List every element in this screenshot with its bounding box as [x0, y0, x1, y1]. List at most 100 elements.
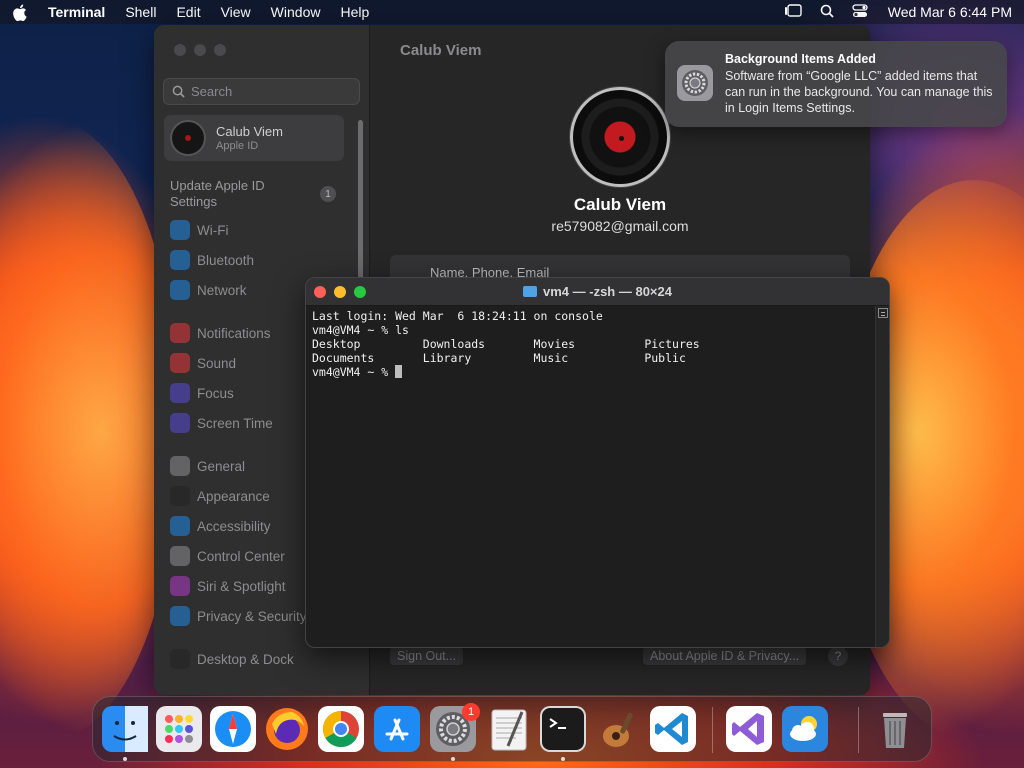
- menu-edit[interactable]: Edit: [176, 4, 200, 20]
- account-name: Calub Viem: [216, 124, 283, 139]
- terminal-titlebar[interactable]: vm4 — -zsh — 80×24: [306, 278, 889, 306]
- firefox-icon[interactable]: [264, 706, 310, 752]
- sidebar-item-accessibility[interactable]: Accessibility: [170, 514, 271, 538]
- sidebar-item-label: General: [197, 458, 246, 474]
- help-button[interactable]: ?: [828, 646, 848, 666]
- menubar-clock[interactable]: Wed Mar 6 6:44 PM: [888, 4, 1012, 20]
- launchpad-icon[interactable]: [156, 706, 202, 752]
- dock-separator: [858, 707, 859, 753]
- sidebar-item-appearance[interactable]: Appearance: [170, 484, 270, 508]
- terminal-window-controls: [314, 286, 366, 298]
- terminal-line: Last login: Wed Mar 6 18:24:11 on consol…: [312, 309, 603, 323]
- apple-id-account[interactable]: Calub Viem Apple ID: [164, 115, 344, 161]
- stage-manager-icon[interactable]: [784, 3, 802, 21]
- trash-icon[interactable]: [872, 706, 918, 752]
- profile-name: Calub Viem: [573, 195, 667, 214]
- search-placeholder: Search: [191, 84, 233, 99]
- marker-icon: [878, 308, 888, 318]
- content-title: Calub Viem: [400, 42, 482, 59]
- sidebar-item-label: Privacy & Security: [197, 608, 307, 624]
- sidebar-item-label: Accessibility: [197, 518, 271, 534]
- sidebar-item-sound[interactable]: Sound: [170, 351, 236, 375]
- search-icon: [172, 85, 185, 98]
- zoom-button[interactable]: [354, 286, 366, 298]
- sidebar-item-label: Bluetooth: [197, 252, 255, 268]
- sidebar-item-label: Focus: [197, 385, 234, 401]
- sidebar-item-screen-time[interactable]: Screen Time: [170, 411, 273, 435]
- profile-avatar[interactable]: [570, 87, 670, 187]
- bell-icon: [170, 323, 190, 343]
- sidebar-item-notifications[interactable]: Notifications: [170, 321, 271, 345]
- instruments-icon[interactable]: [596, 706, 642, 752]
- menu-bar: Terminal Shell Edit View Window Help Wed…: [0, 0, 1024, 24]
- update-apple-id-settings[interactable]: Update Apple ID Settings: [170, 178, 290, 210]
- text-cursor: [395, 365, 403, 378]
- accessibility-icon: [170, 516, 190, 536]
- terminal-scrollbar[interactable]: [875, 306, 889, 647]
- sidebar-item-general[interactable]: General: [170, 454, 245, 478]
- notification-banner[interactable]: Background Items Added Software from “Go…: [665, 41, 1007, 127]
- textedit-icon[interactable]: [486, 706, 532, 752]
- appstore-icon[interactable]: [374, 706, 420, 752]
- terminal-window[interactable]: vm4 — -zsh — 80×24 Last login: Wed Mar 6…: [305, 277, 890, 648]
- terminal-line: Desktop Downloads Movies Pictures: [312, 337, 700, 351]
- sidebar-item-label: Network: [197, 282, 247, 298]
- control-center-icon: [170, 546, 190, 566]
- zoom-button[interactable]: [214, 44, 226, 56]
- visual-studio-icon[interactable]: [726, 706, 772, 752]
- sidebar-item-control-center[interactable]: Control Center: [170, 544, 285, 568]
- terminal-icon[interactable]: [540, 706, 586, 752]
- weather-icon[interactable]: [782, 706, 828, 752]
- notification-badge: 1: [462, 703, 480, 721]
- dock: 1: [92, 696, 932, 762]
- menu-shell[interactable]: Shell: [125, 4, 156, 20]
- sidebar-item-siri-spotlight[interactable]: Siri & Spotlight: [170, 574, 286, 598]
- hand-icon: [170, 606, 190, 626]
- close-button[interactable]: [314, 286, 326, 298]
- chrome-icon[interactable]: [318, 706, 364, 752]
- sidebar-item-network[interactable]: Network: [170, 278, 247, 302]
- notification-title: Background Items Added: [725, 52, 876, 66]
- wifi-icon: [170, 220, 190, 240]
- system-settings-icon: [677, 65, 713, 101]
- sidebar-item-focus[interactable]: Focus: [170, 381, 234, 405]
- sidebar-item-privacy-security[interactable]: Privacy & Security: [170, 604, 307, 628]
- menu-view[interactable]: View: [221, 4, 251, 20]
- safari-icon[interactable]: [210, 706, 256, 752]
- settings-search-input[interactable]: Search: [163, 78, 360, 105]
- sidebar-item-label: Appearance: [197, 488, 270, 504]
- sidebar-item-label: Wi-Fi: [197, 222, 229, 238]
- sidebar-item-label: Notifications: [197, 325, 271, 341]
- spotlight-search-icon[interactable]: [820, 4, 834, 21]
- globe-icon: [170, 280, 190, 300]
- sidebar-item-bluetooth[interactable]: Bluetooth: [170, 248, 254, 272]
- dock-separator: [712, 707, 713, 753]
- minimize-button[interactable]: [334, 286, 346, 298]
- sign-out-button[interactable]: Sign Out...: [390, 647, 464, 665]
- sidebar-item-label: Control Center: [197, 548, 285, 564]
- terminal-line: Documents Library Music Public: [312, 351, 686, 365]
- apple-menu-icon[interactable]: [12, 3, 30, 21]
- menu-help[interactable]: Help: [340, 4, 369, 20]
- about-apple-id-button[interactable]: About Apple ID & Privacy...: [643, 647, 807, 665]
- terminal-prompt: vm4@VM4 ~ %: [312, 365, 396, 379]
- system-settings-icon[interactable]: 1: [430, 703, 480, 752]
- speaker-icon: [170, 353, 190, 373]
- terminal-output[interactable]: Last login: Wed Mar 6 18:24:11 on consol…: [310, 308, 873, 647]
- menu-window[interactable]: Window: [271, 4, 321, 20]
- sidebar-item-label: Desktop & Dock: [197, 651, 294, 667]
- avatar: [170, 120, 206, 156]
- running-indicator: [561, 757, 565, 761]
- finder-icon[interactable]: [102, 706, 148, 752]
- notification-body: Software from “Google LLC” added items t…: [725, 69, 993, 115]
- sidebar-item-desktop-dock[interactable]: Desktop & Dock: [170, 647, 294, 671]
- sidebar-item-wi-fi[interactable]: Wi-Fi: [170, 218, 228, 242]
- minimize-button[interactable]: [194, 44, 206, 56]
- sidebar-item-label: Screen Time: [197, 415, 273, 431]
- close-button[interactable]: [174, 44, 186, 56]
- running-indicator: [451, 757, 455, 761]
- terminal-title: vm4 — -zsh — 80×24: [543, 284, 672, 299]
- control-center-icon[interactable]: [852, 3, 868, 21]
- vscode-icon[interactable]: [650, 706, 696, 752]
- menu-app-name[interactable]: Terminal: [48, 4, 105, 20]
